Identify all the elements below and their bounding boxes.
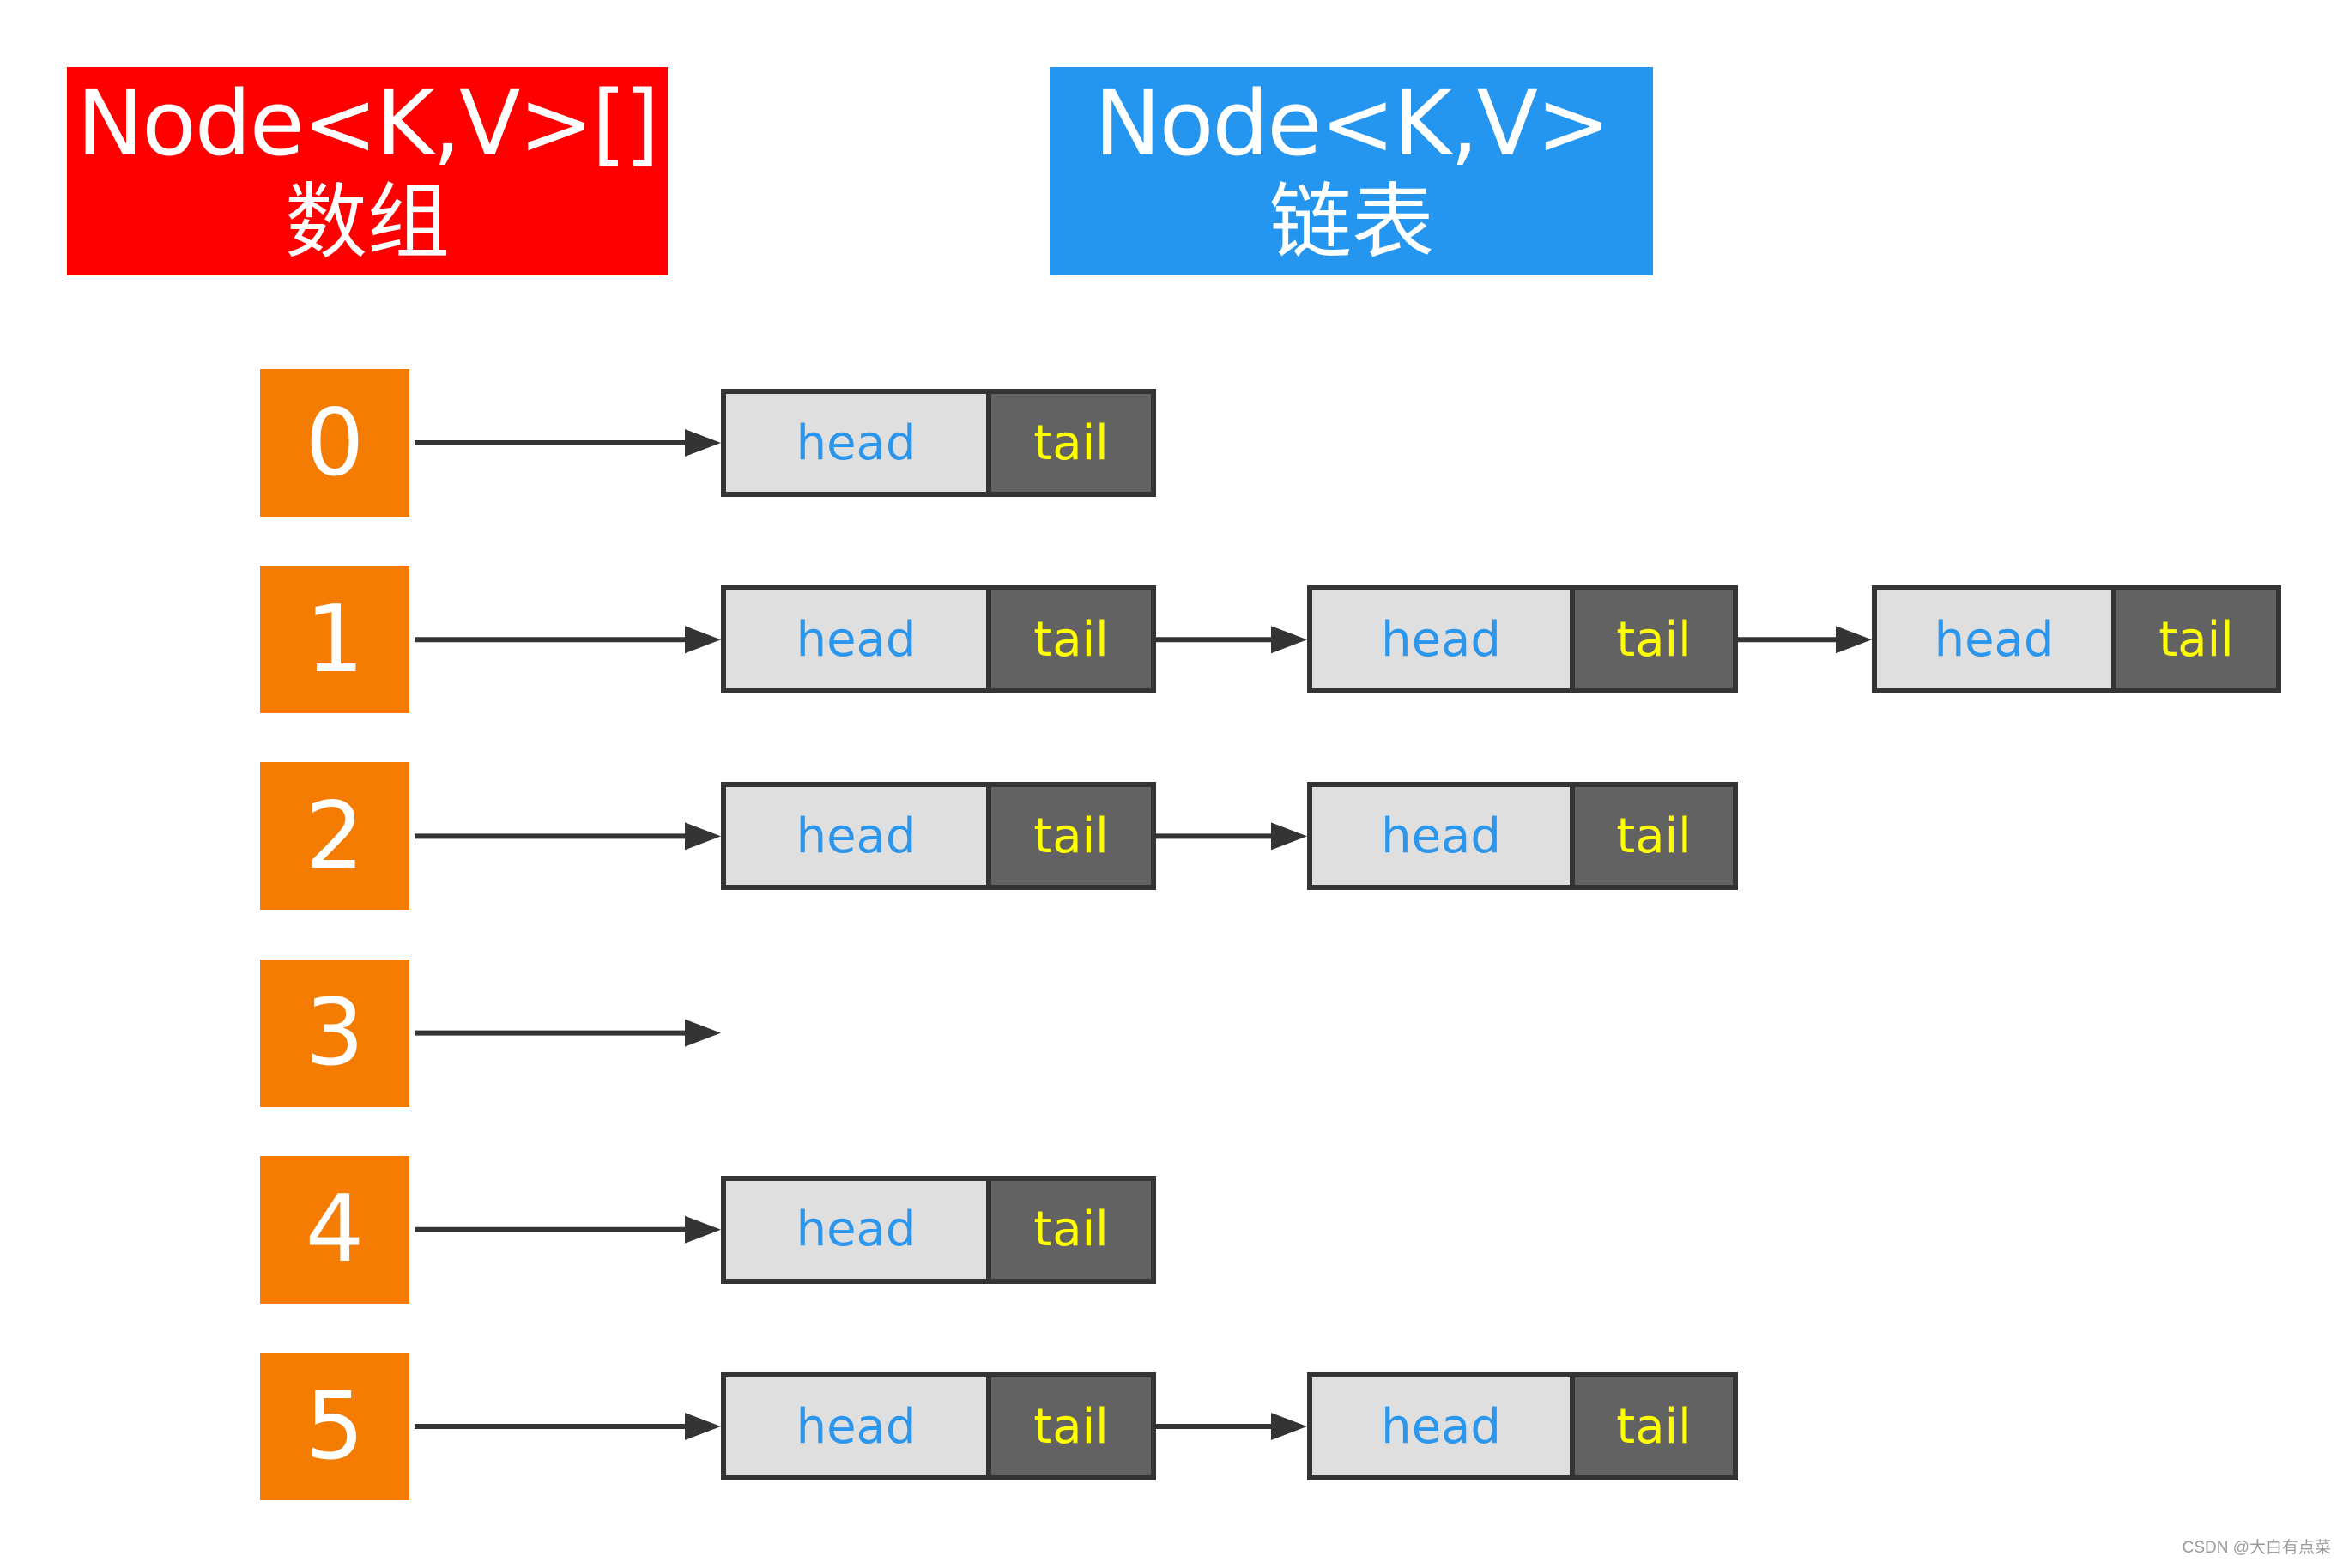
bucket-pointer-arrow [415, 429, 721, 457]
node-head-field: head [1877, 590, 2111, 689]
node-tail-field: tail [1570, 590, 1733, 689]
bucket-pointer-arrow [415, 822, 721, 851]
node-tail-field: tail [2111, 590, 2276, 689]
bucket-index-4: 4 [260, 1155, 409, 1304]
bucket-pointer-arrow [415, 1215, 721, 1244]
next-node-arrow [1156, 1413, 1307, 1440]
bucket-index-2: 2 [260, 762, 409, 911]
node-head-field: head [726, 1377, 986, 1475]
node-head-field: head [1312, 787, 1570, 886]
list-node: head tail [721, 1372, 1156, 1480]
next-node-arrow [1156, 626, 1307, 654]
next-node-arrow [1156, 822, 1307, 851]
bucket-index-5: 5 [260, 1353, 409, 1500]
list-node: head tail [721, 1175, 1156, 1284]
list-node: head tail [721, 389, 1156, 497]
node-tail-field: tail [986, 1180, 1151, 1279]
node-head-field: head [1312, 1377, 1570, 1475]
list-node: head tail [1307, 1372, 1738, 1480]
node-head-field: head [726, 787, 986, 886]
list-node: head tail [721, 782, 1156, 891]
bucket-index-1: 1 [260, 566, 409, 714]
list-node: head tail [1307, 782, 1738, 891]
bucket-pointer-arrow [415, 1413, 721, 1440]
node-head-field: head [726, 1180, 986, 1279]
list-node: head tail [721, 585, 1156, 694]
node-head-field: head [726, 590, 986, 689]
node-head-field: head [726, 394, 986, 492]
next-node-arrow [1738, 626, 1872, 654]
node-tail-field: tail [986, 787, 1151, 886]
bucket-index-3: 3 [260, 959, 409, 1107]
list-node: head tail [1307, 585, 1738, 694]
node-tail-field: tail [986, 1377, 1151, 1475]
bucket-pointer-arrow [415, 1019, 721, 1047]
node-tail-field: tail [986, 394, 1151, 492]
bucket-index-0: 0 [260, 369, 409, 517]
watermark: CSDN @大白有点菜 [2182, 1539, 2331, 1557]
node-head-field: head [1312, 590, 1570, 689]
node-tail-field: tail [1570, 787, 1733, 886]
bucket-pointer-arrow [415, 626, 721, 654]
list-node: head tail [1872, 585, 2281, 694]
node-tail-field: tail [1570, 1377, 1733, 1475]
node-tail-field: tail [986, 590, 1151, 689]
